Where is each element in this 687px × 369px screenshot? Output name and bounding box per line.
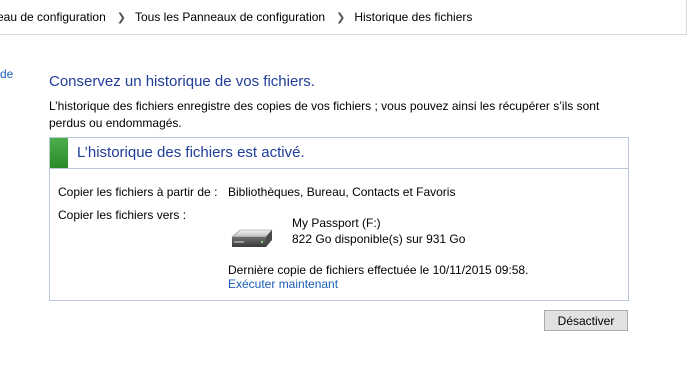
- disable-button[interactable]: Désactiver: [544, 310, 628, 331]
- last-copy-text: Dernière copie de fichiers effectuée le …: [228, 263, 529, 277]
- breadcrumb-item-all-control-panels[interactable]: Tous les Panneaux de configuration: [135, 10, 325, 24]
- status-header: L’historique des fichiers est activé.: [50, 138, 628, 169]
- drive-name: My Passport (F:): [292, 216, 381, 230]
- page-description: L’historique des fichiers enregistre des…: [49, 99, 600, 130]
- chevron-right-icon[interactable]: ❯: [336, 11, 345, 24]
- copy-from-value: Bibliothèques, Bureau, Contacts et Favor…: [228, 185, 456, 199]
- status-indicator: [50, 138, 68, 168]
- chevron-right-icon[interactable]: ❯: [117, 11, 126, 24]
- page-title: Conservez un historique de vos fichiers.: [49, 73, 315, 90]
- breadcrumb: eau de configuration ❯ Tous les Panneaux…: [0, 0, 687, 35]
- breadcrumb-item-file-history[interactable]: Historique des fichiers: [354, 10, 472, 24]
- left-nav-link[interactable]: de: [0, 67, 13, 81]
- drive-space: 822 Go disponible(s) sur 931 Go: [292, 232, 466, 246]
- copy-from-label: Copier les fichiers à partir de :: [58, 185, 218, 199]
- breadcrumb-item-control-panel[interactable]: eau de configuration: [0, 10, 106, 24]
- run-now-link[interactable]: Exécuter maintenant: [228, 277, 338, 291]
- status-title: L’historique des fichiers est activé.: [77, 144, 305, 161]
- external-drive-icon: [230, 227, 274, 251]
- status-panel: L’historique des fichiers est activé. Co…: [49, 137, 629, 301]
- file-history-window: eau de configuration ❯ Tous les Panneaux…: [0, 0, 687, 369]
- copy-to-label: Copier les fichiers vers :: [58, 208, 187, 222]
